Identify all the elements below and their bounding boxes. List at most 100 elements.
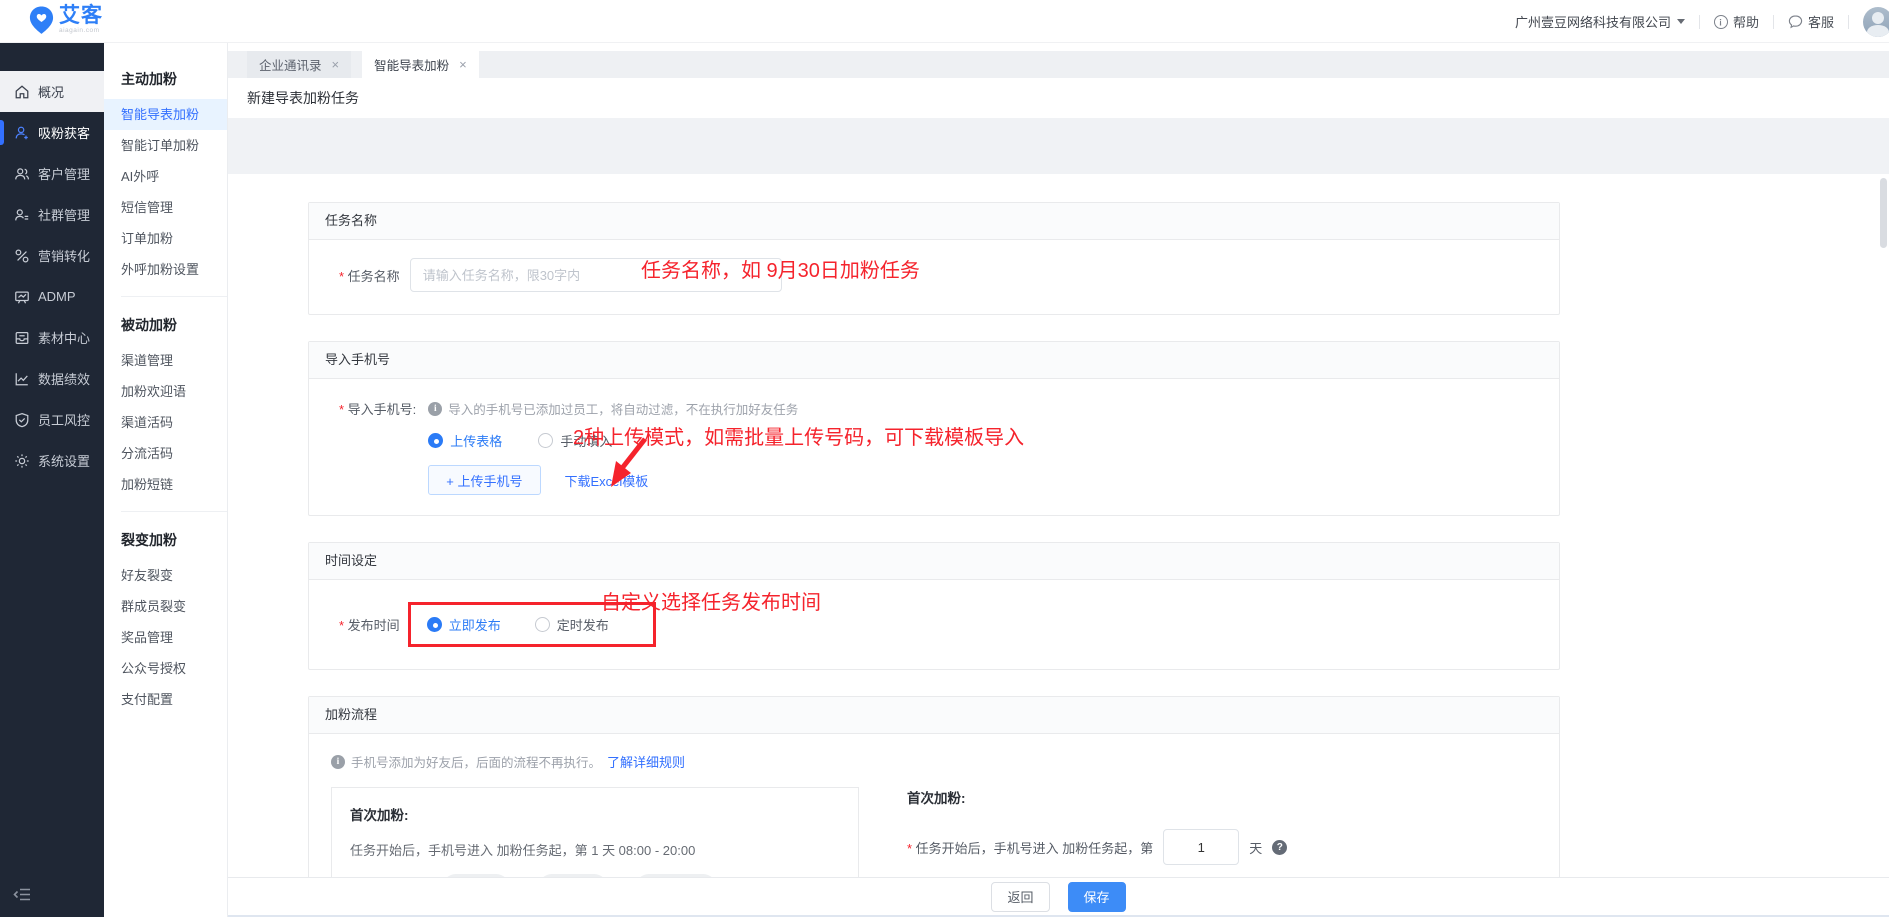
flow-info: 手机号添加为好友后，后面的流程不再执行。 <box>351 756 602 770</box>
logo-text: 艾客 <box>59 4 103 27</box>
sidebar-item-community-management[interactable]: 社群管理 <box>0 194 104 235</box>
submenu-item-outbound-settings[interactable]: 外呼加粉设置 <box>104 254 227 285</box>
submenu-item-official-account-auth[interactable]: 公众号授权 <box>104 653 227 684</box>
question-icon[interactable] <box>1272 839 1288 855</box>
submenu-section-title: 主动加粉 <box>121 71 177 87</box>
sidebar-item-marketing-conversion[interactable]: 营销转化 <box>0 235 104 276</box>
divider <box>121 511 227 512</box>
customer-service-button[interactable]: 客服 <box>1788 12 1834 31</box>
primary-sidebar: 概况 吸粉获客 客户管理 社群管理 营销转化 ADMP 素材中心 数据绩效 员工… <box>0 43 104 917</box>
upload-phone-button[interactable]: + 上传手机号 <box>428 465 541 495</box>
sidebar-item-data-performance[interactable]: 数据绩效 <box>0 358 104 399</box>
logo-domain: aiagain.com <box>59 27 100 34</box>
submenu-item-group-member-fission[interactable]: 群成员裂变 <box>104 591 227 622</box>
radio-upload-sheet[interactable]: 上传表格 <box>428 431 502 450</box>
divider <box>1772 14 1774 29</box>
day-number-input[interactable] <box>1163 829 1240 865</box>
sidebar-item-employee-risk[interactable]: 员工风控 <box>0 399 104 440</box>
import-phone-label: 导入手机号: <box>339 399 417 495</box>
chat-bubble-icon <box>1788 15 1803 29</box>
first-add-title: 首次加粉: <box>907 791 966 806</box>
help-icon <box>1713 14 1728 29</box>
divider <box>1848 14 1849 29</box>
sidebar-item-label: 吸粉获客 <box>38 126 91 141</box>
shield-icon <box>13 411 30 428</box>
board-icon <box>13 288 30 305</box>
back-button[interactable]: 返回 <box>991 881 1050 912</box>
tab-smart-import-fans[interactable]: 智能导表加粉 <box>362 51 479 78</box>
company-dropdown[interactable]: 广州壹豆网络科技有限公司 <box>1515 12 1685 31</box>
archive-icon <box>13 329 30 346</box>
user-avatar[interactable] <box>1863 6 1889 37</box>
gear-icon <box>13 452 30 469</box>
user-add-icon <box>13 124 30 141</box>
chart-icon <box>13 370 30 387</box>
radio-icon <box>534 617 550 632</box>
sidebar-item-label: 社群管理 <box>38 208 91 223</box>
service-label: 客服 <box>1807 15 1834 30</box>
vertical-scrollbar[interactable] <box>1880 174 1887 917</box>
radio-publish-now[interactable]: 立即发布 <box>426 615 501 634</box>
annotation-task-name: 任务名称，如 9月30日加粉任务 <box>641 260 920 282</box>
scrollbar-thumb[interactable] <box>1880 178 1887 248</box>
submenu-item-order-fans[interactable]: 订单加粉 <box>104 223 227 254</box>
submenu-item-channel-live-code[interactable]: 渠道活码 <box>104 407 227 438</box>
flow-schedule-line: 任务开始后，手机号进入 加粉任务起，第 1 天 08:00 - 20:00 <box>350 843 696 858</box>
day-line-prefix: 任务开始后，手机号进入 加粉任务起，第 <box>907 838 1154 857</box>
submenu-item-welcome-message[interactable]: 加粉欢迎语 <box>104 376 227 407</box>
submenu-item-split-live-code[interactable]: 分流活码 <box>104 438 227 469</box>
close-icon[interactable] <box>332 58 340 71</box>
sidebar-item-material-center[interactable]: 素材中心 <box>0 317 104 358</box>
submenu-item-friend-fission[interactable]: 好友裂变 <box>104 560 227 591</box>
save-button[interactable]: 保存 <box>1067 881 1126 912</box>
sidebar-item-customer-management[interactable]: 客户管理 <box>0 153 104 194</box>
share-icon <box>13 247 30 264</box>
submenu-item-prize-management[interactable]: 奖品管理 <box>104 622 227 653</box>
divider <box>121 296 227 297</box>
sidebar-item-label: 员工风控 <box>38 413 91 428</box>
help-button[interactable]: 帮助 <box>1713 12 1759 31</box>
radio-publish-scheduled[interactable]: 定时发布 <box>534 615 609 634</box>
tab-strip: 企业通讯录 智能导表加粉 <box>228 43 1889 78</box>
submenu-section-title: 被动加粉 <box>121 317 177 333</box>
top-header: 艾客 aiagain.com 广州壹豆网络科技有限公司 帮助 客服 <box>0 0 1889 43</box>
section-task-name: 任务名称 任务名称 任务名称，如 9月30日加粉任务 <box>308 202 1560 315</box>
sidebar-item-fan-acquisition[interactable]: 吸粉获客 <box>0 112 104 153</box>
sidebar-item-overview[interactable]: 概况 <box>0 71 104 112</box>
company-name: 广州壹豆网络科技有限公司 <box>1514 15 1671 30</box>
sidebar-item-admp[interactable]: ADMP <box>0 276 104 317</box>
submenu-item-smart-order-fans[interactable]: 智能订单加粉 <box>104 130 227 161</box>
main-area: 企业通讯录 智能导表加粉 新建导表加粉任务 任务名称 任务名称 任务名称，如 9… <box>228 43 1889 917</box>
submenu-section-title: 裂变加粉 <box>121 532 177 548</box>
sidebar-item-label: 素材中心 <box>38 331 91 346</box>
section-header: 任务名称 <box>309 203 1559 240</box>
submenu-item-sms-management[interactable]: 短信管理 <box>104 192 227 223</box>
footer-action-bar: 返回 保存 <box>228 877 1889 917</box>
submenu-item-short-link[interactable]: 加粉短链 <box>104 469 227 500</box>
form-content: 任务名称 任务名称 任务名称，如 9月30日加粉任务 导入手机号 导入手机号: <box>228 174 1889 917</box>
sidebar-item-system-settings[interactable]: 系统设置 <box>0 440 104 481</box>
section-time-setting: 时间设定 发布时间 立即发布 定时发布 自定义选择任务发布时间 <box>308 542 1560 670</box>
submenu-item-smart-import-fans[interactable]: 智能导表加粉 <box>104 99 227 130</box>
submenu-item-channel-management[interactable]: 渠道管理 <box>104 345 227 376</box>
brand-logo[interactable]: 艾客 aiagain.com <box>28 5 103 36</box>
submenu-item-payment-config[interactable]: 支付配置 <box>104 684 227 715</box>
radio-label: 立即发布 <box>448 618 501 633</box>
detailed-rules-link[interactable]: 了解详细规则 <box>607 752 685 771</box>
user-list-icon <box>13 206 30 223</box>
sidebar-item-label: 营销转化 <box>38 249 91 264</box>
submenu-item-ai-call[interactable]: AI外呼 <box>104 161 227 192</box>
chevron-down-icon <box>1676 19 1685 24</box>
import-phone-info: 导入的手机号已添加过员工，将自动过滤，不在执行加好友任务 <box>448 403 799 417</box>
collapse-sidebar-icon[interactable] <box>13 887 31 907</box>
close-icon[interactable] <box>459 58 467 71</box>
info-icon <box>428 401 443 416</box>
tab-label: 企业通讯录 <box>259 59 322 73</box>
tab-enterprise-contacts[interactable]: 企业通讯录 <box>247 51 352 78</box>
radio-label: 上传表格 <box>450 434 503 449</box>
first-add-title: 首次加粉: <box>350 808 409 823</box>
task-name-label: 任务名称 <box>339 266 400 285</box>
info-icon <box>331 754 345 769</box>
radio-icon <box>428 433 444 448</box>
section-header: 导入手机号 <box>309 342 1559 379</box>
